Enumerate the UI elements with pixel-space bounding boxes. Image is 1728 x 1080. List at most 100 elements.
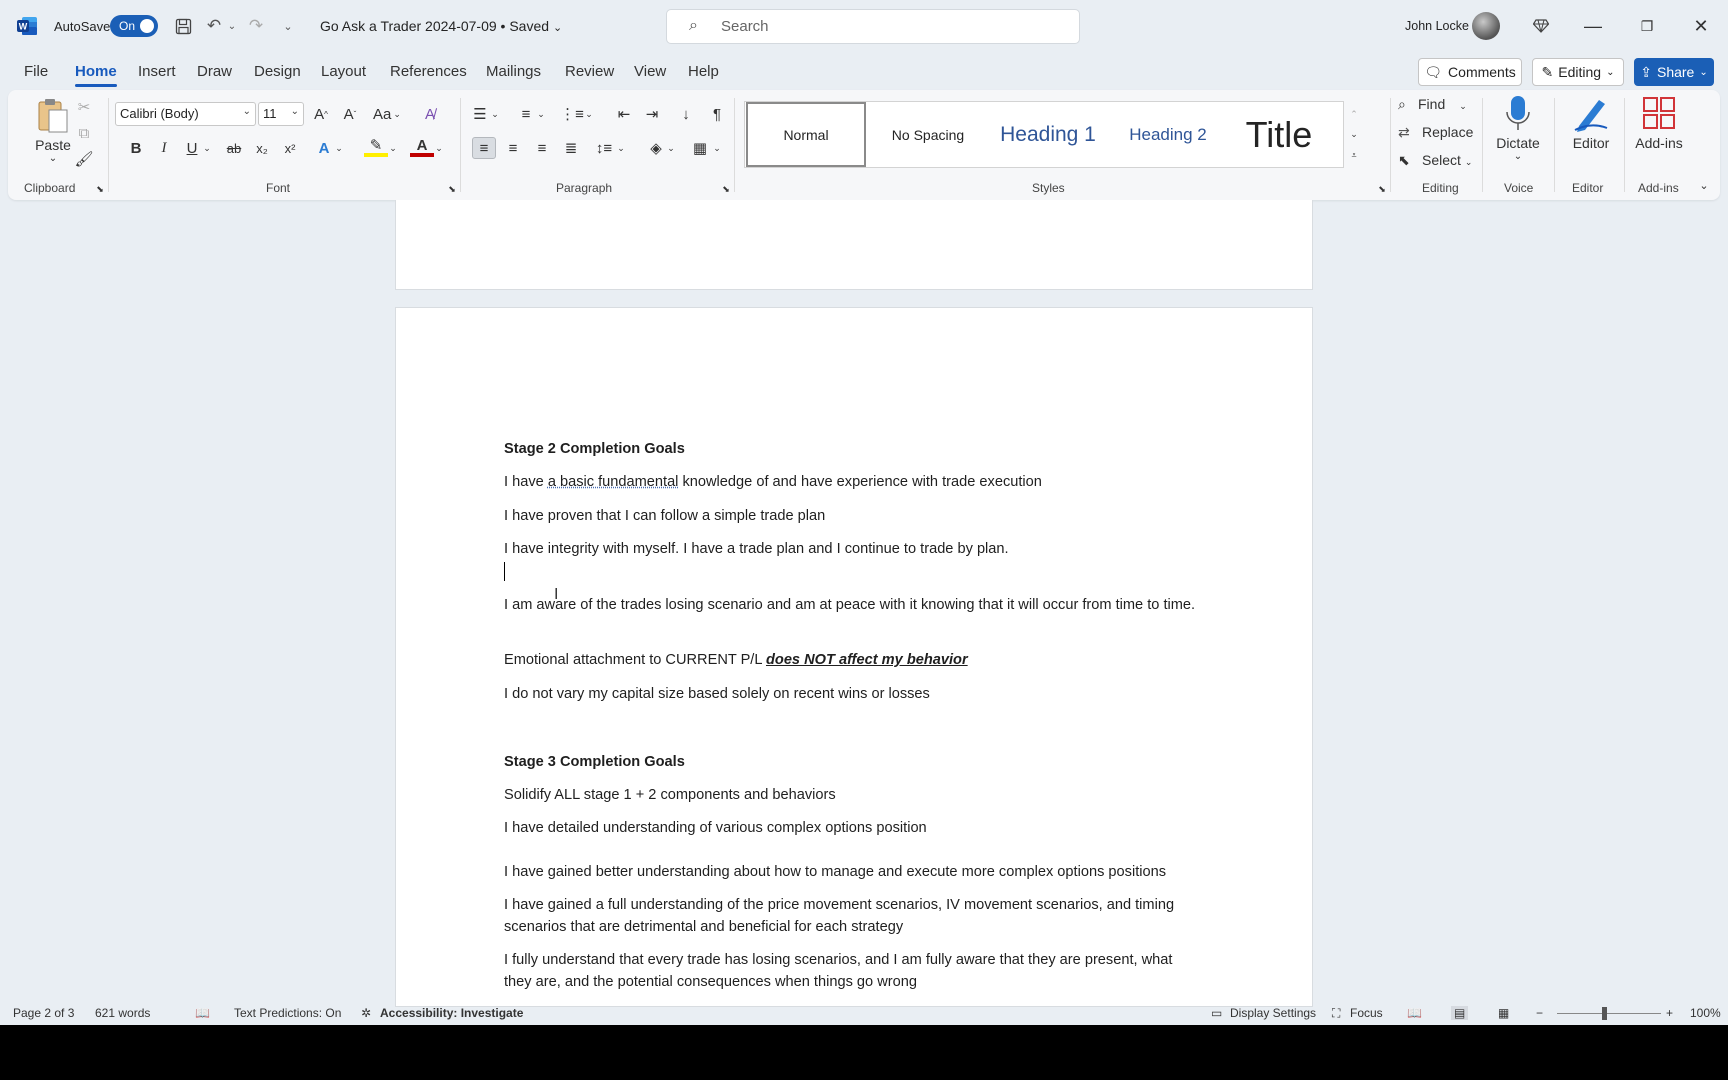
- tab-draw[interactable]: Draw: [197, 63, 232, 80]
- style-title[interactable]: Title: [1229, 102, 1329, 167]
- shrink-font-icon[interactable]: Aˇ: [338, 103, 362, 125]
- increase-indent-icon[interactable]: ⇥: [640, 103, 664, 125]
- focus-button[interactable]: Focus: [1350, 1006, 1383, 1020]
- page-2[interactable]: Stage 2 Completion Goals I have a basic …: [395, 307, 1313, 1007]
- undo-dropdown-icon[interactable]: ⌄: [225, 14, 239, 38]
- save-icon[interactable]: [171, 14, 195, 38]
- bold-icon[interactable]: B: [124, 137, 148, 159]
- superscript-icon[interactable]: x²: [278, 137, 302, 159]
- font-color-icon[interactable]: A: [410, 137, 434, 157]
- comments-button[interactable]: 🗨 Comments: [1418, 58, 1522, 86]
- show-marks-icon[interactable]: ¶: [705, 103, 729, 125]
- copy-icon[interactable]: ⧉: [72, 122, 96, 144]
- stage3-line-2: I have detailed understanding of various…: [504, 820, 927, 836]
- style-heading-1[interactable]: Heading 1: [989, 102, 1107, 167]
- borders-dropdown-icon[interactable]: ⌄: [710, 137, 724, 159]
- strikethrough-icon[interactable]: ab: [222, 137, 246, 159]
- tab-home[interactable]: Home: [75, 63, 117, 87]
- user-name[interactable]: John Locke: [1405, 19, 1469, 33]
- read-mode-icon[interactable]: 📖: [1407, 1006, 1422, 1020]
- styles-more-icon[interactable]: ⩡: [1346, 144, 1362, 166]
- restore-icon[interactable]: ❐: [1632, 14, 1662, 38]
- zoom-level[interactable]: 100%: [1690, 1006, 1721, 1020]
- shading-dropdown-icon[interactable]: ⌄: [664, 137, 678, 159]
- italic-icon[interactable]: I: [152, 137, 176, 159]
- style-normal[interactable]: Normal: [746, 102, 866, 167]
- close-icon[interactable]: ✕: [1686, 14, 1716, 38]
- cut-icon[interactable]: ✂: [72, 96, 96, 118]
- multilevel-list-icon[interactable]: ⋮≡: [560, 103, 584, 125]
- sort-icon[interactable]: ↓: [674, 103, 698, 125]
- minimize-icon[interactable]: —: [1578, 14, 1608, 38]
- display-settings-button[interactable]: Display Settings: [1230, 1006, 1316, 1020]
- page-indicator[interactable]: Page 2 of 3: [13, 1006, 74, 1020]
- subscript-icon[interactable]: x₂: [250, 137, 274, 159]
- tab-insert[interactable]: Insert: [138, 63, 176, 80]
- share-button[interactable]: ⇪ Share ⌄: [1634, 58, 1714, 86]
- redo-icon[interactable]: ↷: [245, 14, 267, 38]
- customize-qat-icon[interactable]: ⌄: [278, 14, 298, 38]
- line-spacing-icon[interactable]: ↕≡: [592, 137, 616, 159]
- accessibility-status[interactable]: Accessibility: Investigate: [380, 1006, 523, 1020]
- editing-mode-button[interactable]: ✎ Editing ⌄: [1532, 58, 1624, 86]
- change-case-icon[interactable]: Aa ⌄: [370, 103, 404, 125]
- zoom-in-icon[interactable]: +: [1666, 1006, 1673, 1020]
- align-right-icon[interactable]: ≡: [530, 137, 554, 159]
- zoom-slider-thumb[interactable]: [1602, 1007, 1607, 1020]
- borders-icon[interactable]: ▦: [688, 137, 712, 159]
- tab-help[interactable]: Help: [688, 63, 719, 80]
- align-left-icon[interactable]: ≡: [472, 137, 496, 159]
- addins-grid-icon: [1643, 97, 1675, 129]
- find-button[interactable]: ⌕ Find ⌄: [1398, 96, 1467, 113]
- web-layout-icon[interactable]: ▦: [1498, 1006, 1509, 1020]
- line-spacing-dropdown-icon[interactable]: ⌄: [614, 137, 628, 159]
- clear-formatting-icon[interactable]: A̸: [418, 103, 442, 125]
- undo-icon[interactable]: ↶: [203, 14, 225, 38]
- font-name-combo[interactable]: Calibri (Body) ⌄: [115, 102, 256, 126]
- document-title[interactable]: Go Ask a Trader 2024-07-09 • Saved ⌄: [320, 18, 562, 34]
- highlight-icon[interactable]: ✎: [364, 137, 388, 157]
- font-color-dropdown-icon[interactable]: ⌄: [432, 137, 446, 159]
- collapse-ribbon-icon[interactable]: ⌄: [1692, 174, 1716, 196]
- bullets-dropdown-icon[interactable]: ⌄: [488, 103, 502, 125]
- tab-design[interactable]: Design: [254, 63, 301, 80]
- proofing-icon[interactable]: 📖: [195, 1006, 210, 1020]
- search-box[interactable]: ⌕ Search: [666, 9, 1080, 44]
- tab-view[interactable]: View: [634, 63, 666, 80]
- style-heading-2[interactable]: Heading 2: [1109, 102, 1227, 167]
- text-predictions-status[interactable]: Text Predictions: On: [234, 1006, 341, 1020]
- numbering-dropdown-icon[interactable]: ⌄: [534, 103, 548, 125]
- style-no-spacing[interactable]: No Spacing: [869, 102, 987, 167]
- styles-scroll-up-icon[interactable]: ⌃: [1346, 103, 1362, 125]
- tab-file[interactable]: File: [24, 63, 48, 80]
- tab-references[interactable]: References: [390, 63, 467, 80]
- multilevel-dropdown-icon[interactable]: ⌄: [582, 103, 596, 125]
- zoom-slider[interactable]: [1557, 1013, 1661, 1014]
- editor-button[interactable]: Editor: [1562, 94, 1620, 151]
- autosave-toggle[interactable]: On: [110, 15, 158, 37]
- diamond-icon[interactable]: [1526, 14, 1556, 38]
- select-button[interactable]: ⬉ Select ⌄: [1398, 152, 1472, 169]
- zoom-out-icon[interactable]: −: [1536, 1006, 1543, 1020]
- addins-button[interactable]: Add-ins: [1628, 94, 1690, 151]
- decrease-indent-icon[interactable]: ⇤: [612, 103, 636, 125]
- replace-button[interactable]: ⇄ Replace: [1398, 124, 1473, 141]
- avatar[interactable]: [1472, 12, 1500, 40]
- word-count[interactable]: 621 words: [95, 1006, 150, 1020]
- styles-scroll-down-icon[interactable]: ⌄: [1346, 123, 1362, 145]
- stage2-line-6: I do not vary my capital size based sole…: [504, 686, 930, 702]
- grow-font-icon[interactable]: A ^: [309, 103, 333, 125]
- format-painter-icon[interactable]: 🖌: [72, 148, 96, 170]
- underline-dropdown-icon[interactable]: ⌄: [200, 137, 214, 159]
- print-layout-icon[interactable]: ▤: [1451, 1006, 1469, 1020]
- text-effects-dropdown-icon[interactable]: ⌄: [332, 137, 346, 159]
- justify-icon[interactable]: ≣: [559, 137, 583, 159]
- tab-mailings[interactable]: Mailings: [486, 63, 541, 80]
- stage3-line-5: I fully understand that every trade has …: [504, 952, 1173, 990]
- tab-review[interactable]: Review: [565, 63, 614, 80]
- tab-layout[interactable]: Layout: [321, 63, 366, 80]
- align-center-icon[interactable]: ≡: [501, 137, 525, 159]
- highlight-dropdown-icon[interactable]: ⌄: [386, 137, 400, 159]
- dictate-button[interactable]: Dictate ⌄: [1490, 94, 1546, 162]
- font-size-combo[interactable]: 11 ⌄: [258, 102, 304, 126]
